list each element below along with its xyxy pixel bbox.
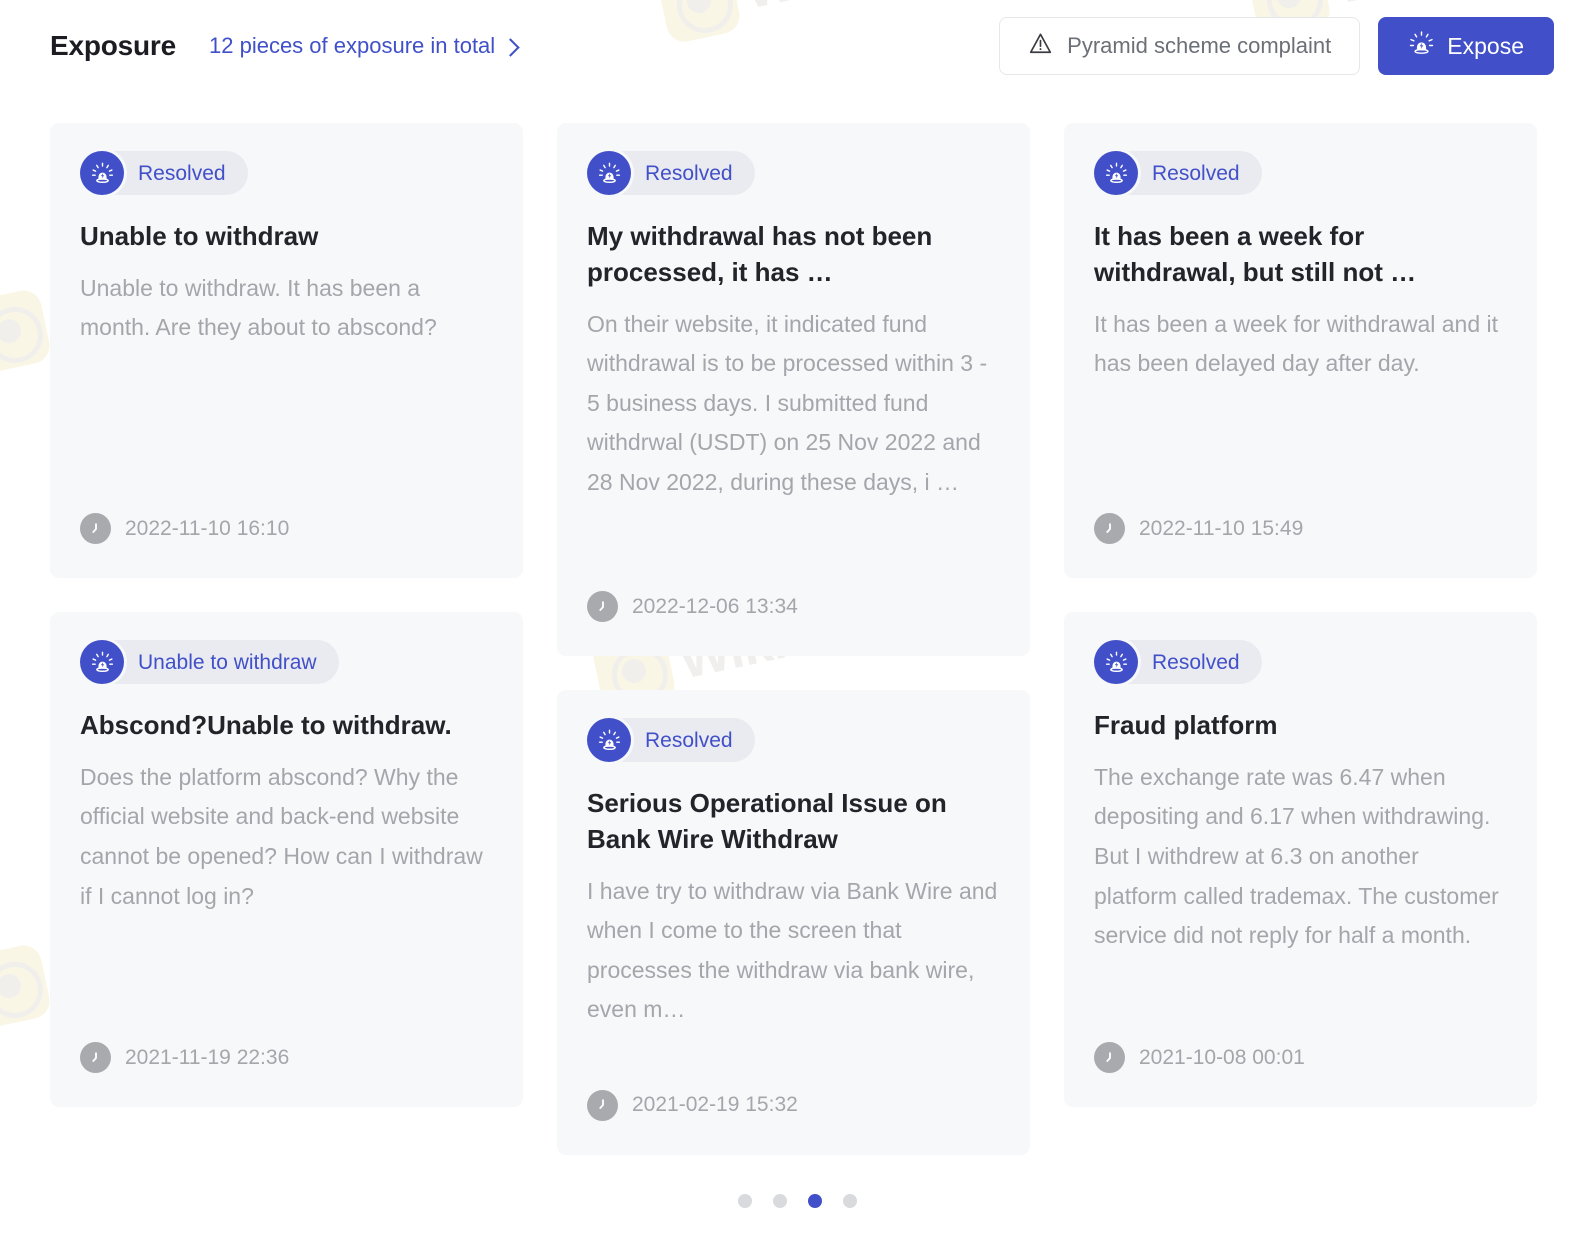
status-badge-label: Resolved bbox=[138, 161, 226, 185]
exposure-card-title: Unable to withdraw bbox=[80, 221, 319, 251]
exposure-card[interactable]: Resolved It has been a week for withdraw… bbox=[1064, 123, 1537, 578]
pagination-dot-4[interactable] bbox=[842, 1194, 857, 1208]
status-badge: Unable to withdraw bbox=[80, 640, 339, 684]
siren-alarm-icon bbox=[80, 151, 124, 195]
clock-icon bbox=[80, 513, 111, 544]
exposure-card-title: My withdrawal has not been processed, it… bbox=[587, 221, 933, 287]
exposure-card[interactable]: Resolved Unable to withdraw Unable to wi… bbox=[50, 123, 523, 578]
exposure-card[interactable]: Resolved Serious Operational Issue on Ba… bbox=[557, 690, 1030, 1155]
watermark-text: WikiFX bbox=[1329, 0, 1512, 17]
exposure-card-time: 2022-11-10 16:10 bbox=[125, 516, 290, 540]
status-badge-label: Resolved bbox=[645, 161, 733, 185]
exposure-card-time: 2022-12-06 13:34 bbox=[632, 594, 798, 618]
status-badge: Resolved bbox=[587, 718, 755, 762]
exposure-card-title: Fraud platform bbox=[1094, 710, 1278, 740]
siren-alarm-icon bbox=[587, 151, 631, 195]
wikifx-logo-icon bbox=[0, 942, 53, 1030]
exposure-card-footer: 2022-11-10 15:49 bbox=[1094, 513, 1507, 544]
pagination-dot-2[interactable] bbox=[772, 1194, 787, 1208]
status-badge: Resolved bbox=[1094, 640, 1262, 684]
exposure-card-title: Abscond?Unable to withdraw. bbox=[80, 710, 452, 740]
exposure-card-body: It has been a week for withdrawal and it… bbox=[1094, 310, 1499, 377]
exposure-card-body: Unable to withdraw. It has been a month.… bbox=[80, 274, 437, 341]
exposure-card-footer: 2022-12-06 13:34 bbox=[587, 591, 1000, 622]
exposure-card-footer: 2021-02-19 15:32 bbox=[587, 1089, 1000, 1121]
status-badge: Resolved bbox=[587, 151, 755, 195]
exposure-card[interactable]: Resolved Fraud platform The exchange rat… bbox=[1064, 612, 1537, 1107]
exposure-card[interactable]: Unable to withdraw Abscond?Unable to wit… bbox=[50, 612, 523, 1107]
chevron-right-icon bbox=[501, 37, 520, 57]
siren-alarm-icon bbox=[1408, 30, 1435, 63]
status-badge: Resolved bbox=[1094, 151, 1262, 195]
clock-icon bbox=[1094, 513, 1125, 544]
clock-icon bbox=[80, 1042, 111, 1073]
exposure-card-time: 2021-11-19 22:36 bbox=[125, 1045, 290, 1069]
exposure-card-footer: 2021-11-19 22:36 bbox=[80, 1042, 493, 1073]
siren-alarm-icon bbox=[80, 640, 124, 684]
total-exposure-link[interactable]: 12 pieces of exposure in total bbox=[209, 33, 520, 59]
exposure-card-time: 2021-10-08 00:01 bbox=[1139, 1045, 1305, 1069]
expose-button[interactable]: Expose bbox=[1378, 17, 1554, 75]
clock-icon bbox=[1094, 1042, 1125, 1073]
exposure-card-footer: 2021-10-08 00:01 bbox=[1094, 1042, 1507, 1073]
siren-alarm-icon bbox=[1094, 640, 1138, 684]
exposure-card-board: Resolved Unable to withdraw Unable to wi… bbox=[50, 123, 1537, 1157]
exposure-header: Exposure 12 pieces of exposure in total … bbox=[50, 17, 1554, 75]
exposure-card-time: 2021-02-19 15:32 bbox=[632, 1093, 798, 1117]
total-exposure-label: 12 pieces of exposure in total bbox=[209, 33, 496, 58]
status-badge-label: Resolved bbox=[645, 728, 733, 752]
exposure-card-body: I have try to withdraw via Bank Wire and… bbox=[587, 877, 998, 1023]
siren-alarm-icon bbox=[587, 718, 631, 762]
header-actions: Pyramid scheme complaint Expose bbox=[999, 17, 1554, 75]
carousel-pagination bbox=[0, 1194, 1594, 1208]
status-badge-label: Resolved bbox=[1152, 650, 1240, 674]
exposure-card-body: Does the platform abscond? Why the offic… bbox=[80, 763, 483, 909]
exposure-card-title: Serious Operational Issue on Bank Wire W… bbox=[587, 788, 947, 854]
warning-triangle-icon bbox=[1028, 31, 1053, 62]
wikifx-logo-icon bbox=[0, 287, 53, 375]
exposure-card-body: The exchange rate was 6.47 when depositi… bbox=[1094, 763, 1499, 949]
pagination-dot-3[interactable] bbox=[807, 1194, 822, 1208]
clock-icon bbox=[587, 591, 618, 622]
exposure-card-footer: 2022-11-10 16:10 bbox=[80, 513, 493, 544]
status-badge-label: Resolved bbox=[1152, 161, 1240, 185]
status-badge: Resolved bbox=[80, 151, 248, 195]
expose-button-label: Expose bbox=[1447, 32, 1524, 59]
exposure-card-title: It has been a week for withdrawal, but s… bbox=[1094, 221, 1417, 287]
pyramid-scheme-complaint-label: Pyramid scheme complaint bbox=[1067, 33, 1332, 58]
pagination-dot-1[interactable] bbox=[737, 1194, 752, 1208]
exposure-card-body: On their website, it indicated fund with… bbox=[587, 310, 988, 495]
pyramid-scheme-complaint-button[interactable]: Pyramid scheme complaint bbox=[999, 17, 1361, 75]
siren-alarm-icon bbox=[1094, 151, 1138, 195]
clock-icon bbox=[587, 1089, 618, 1121]
exposure-card-time: 2022-11-10 15:49 bbox=[1139, 516, 1304, 540]
status-badge-label: Unable to withdraw bbox=[138, 650, 317, 674]
page-title: Exposure bbox=[50, 30, 176, 61]
exposure-card[interactable]: Resolved My withdrawal has not been proc… bbox=[557, 123, 1030, 656]
